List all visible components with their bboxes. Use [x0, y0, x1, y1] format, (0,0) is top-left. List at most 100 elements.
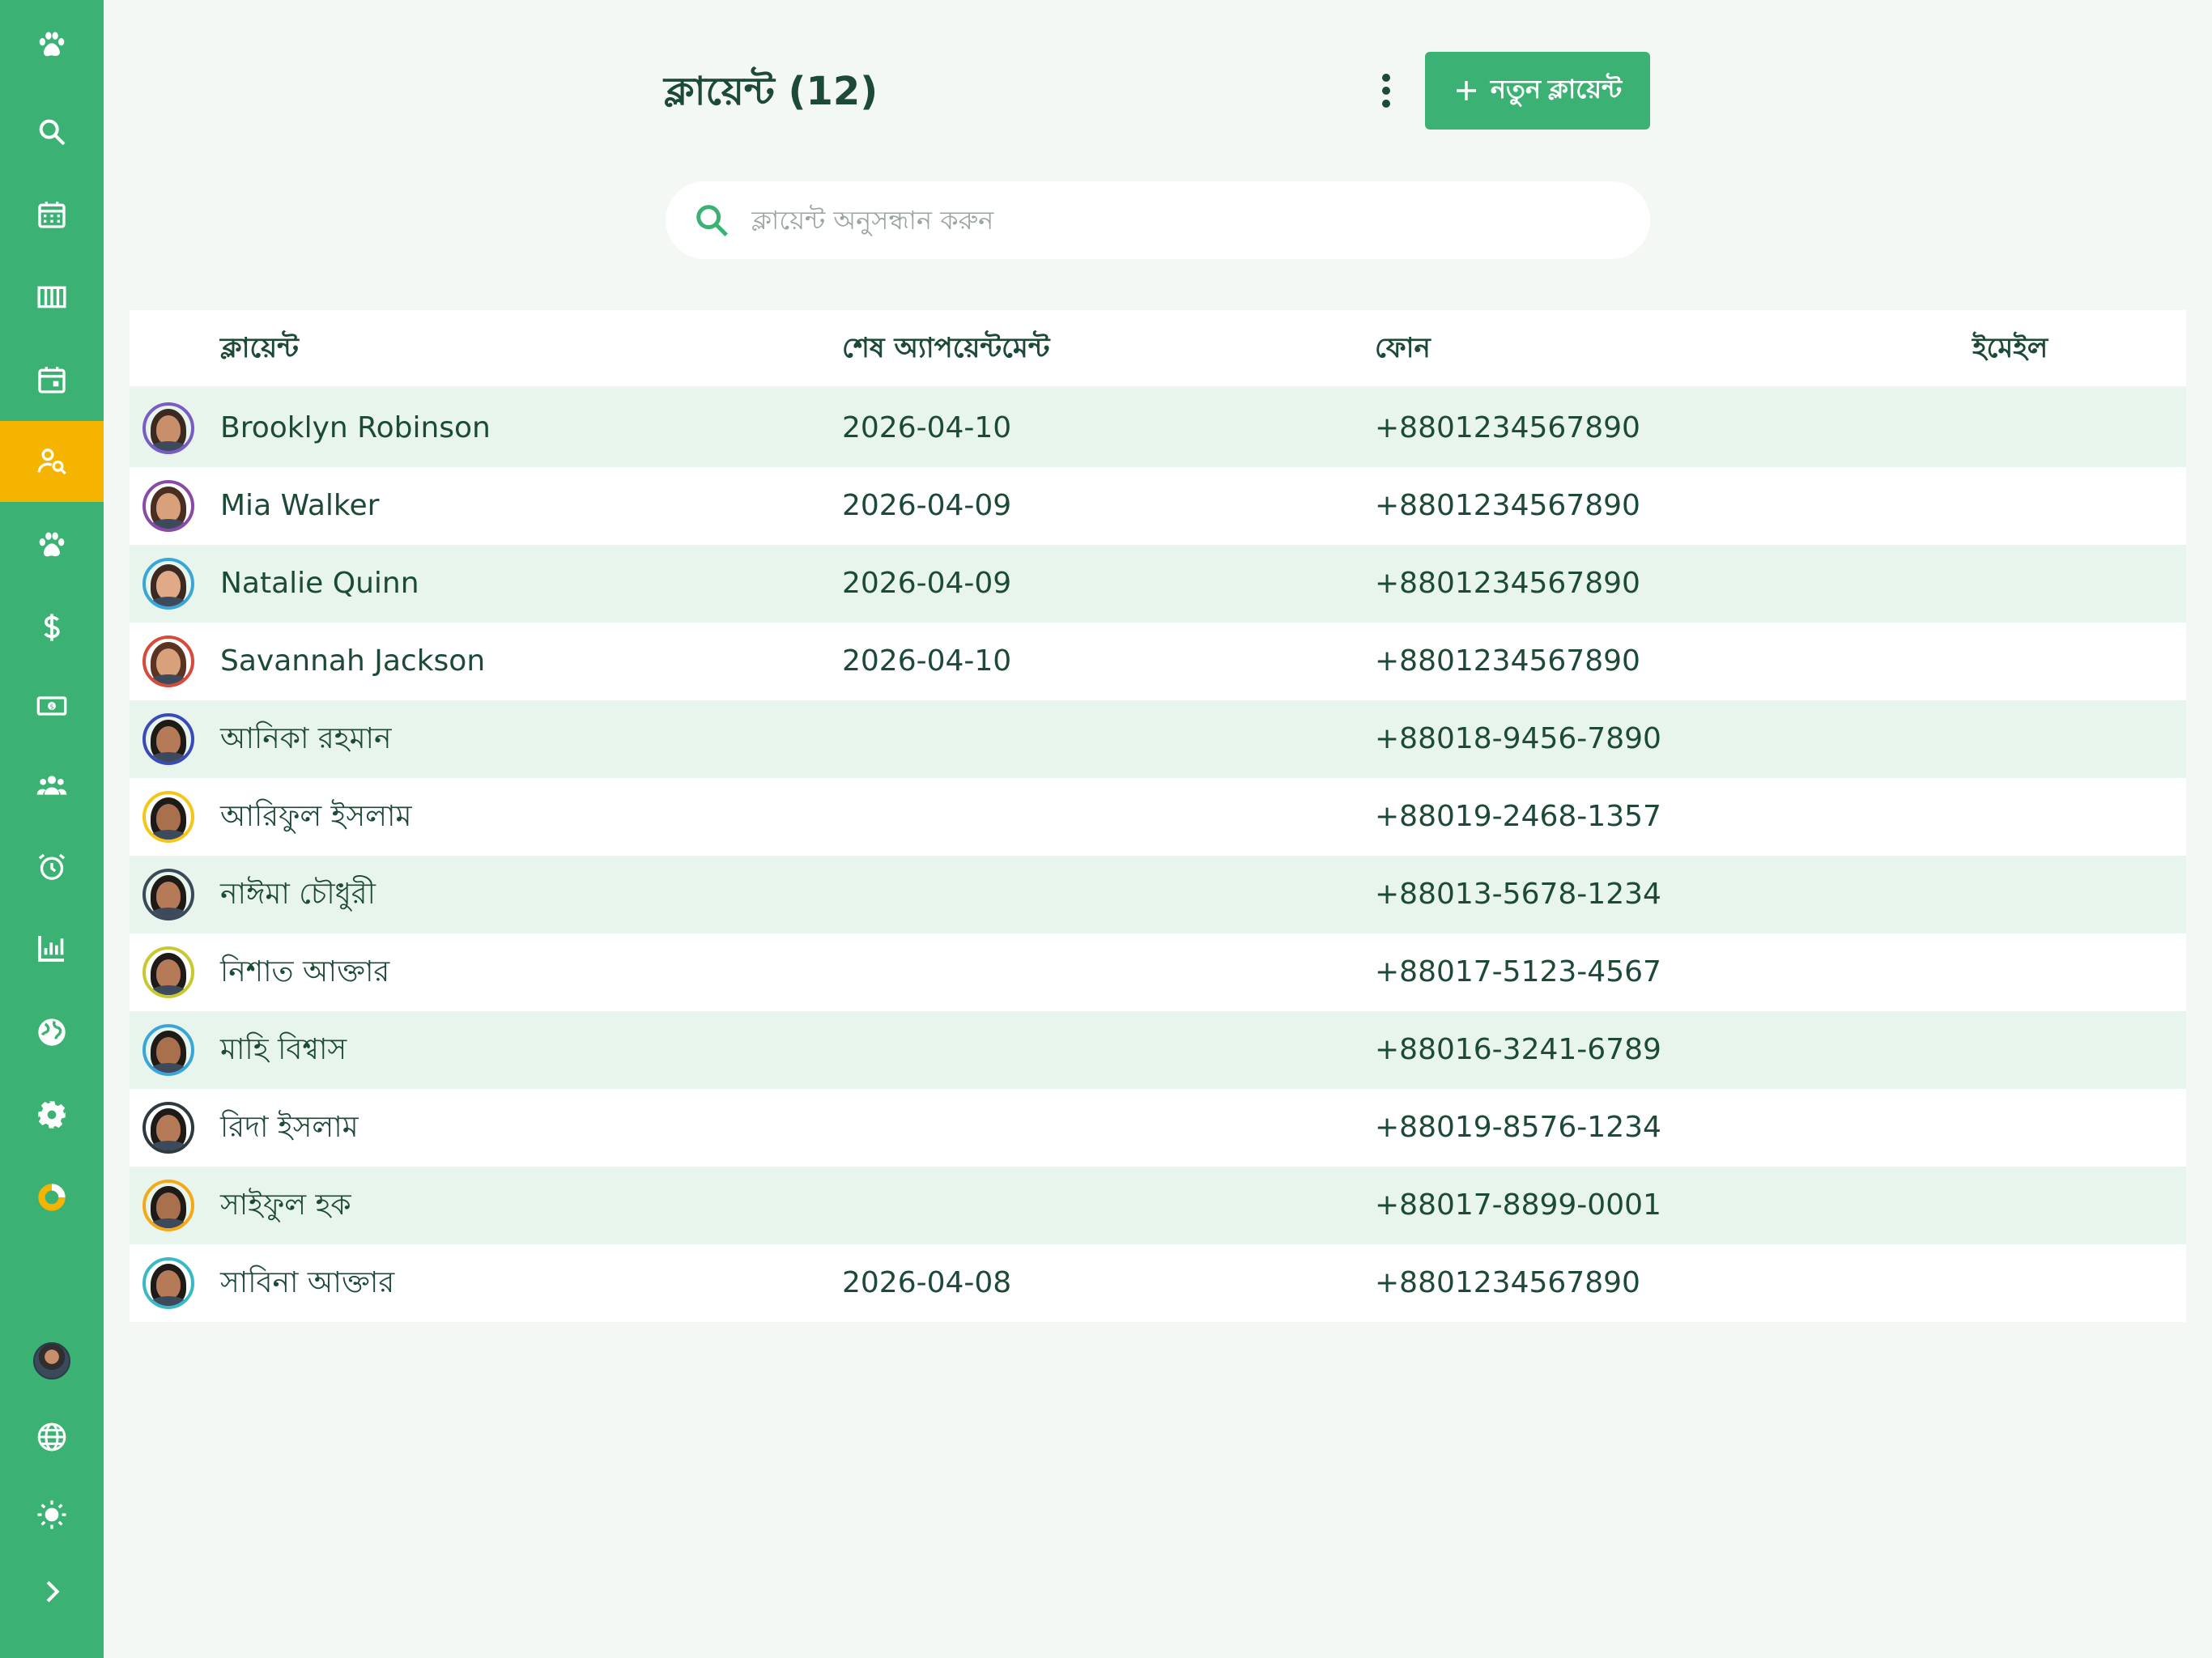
alarm-icon: [38, 853, 66, 880]
table-row[interactable]: মাহি বিশ্বাস +88016-3241-6789: [130, 1011, 2186, 1089]
last-appointment: 2026-04-09: [842, 567, 1012, 600]
client-avatar: [143, 480, 194, 532]
table-row[interactable]: আরিফুল ইসলাম +88019-2468-1357: [130, 778, 2186, 856]
table-row[interactable]: সাইফুল হক +88017-8899-0001: [130, 1167, 2186, 1244]
sidebar-theme[interactable]: [0, 1474, 104, 1555]
search-bar: [666, 181, 1650, 259]
sidebar-item-billing[interactable]: [0, 587, 104, 668]
more-options-button[interactable]: [1367, 68, 1406, 113]
table-row[interactable]: নাঈমা চৌধুরী +88013-5678-1234: [130, 856, 2186, 933]
phone: +88017-8899-0001: [1375, 1188, 1661, 1222]
sidebar-item-staff[interactable]: [0, 745, 104, 826]
table-row[interactable]: Mia Walker 2026-04-09 +8801234567890: [130, 467, 2186, 545]
sidebar-expand[interactable]: [0, 1551, 104, 1632]
column-header-last-appointment[interactable]: শেষ অ্যাপয়েন্টমেন্ট: [842, 310, 1049, 386]
phone: +88013-5678-1234: [1375, 878, 1661, 911]
phone: +8801234567890: [1375, 489, 1640, 522]
table-row[interactable]: Brooklyn Robinson 2026-04-10 +8801234567…: [130, 389, 2186, 467]
client-avatar: [143, 402, 194, 454]
last-appointment: 2026-04-09: [842, 489, 1012, 522]
column-header-phone[interactable]: ফোন: [1375, 310, 1431, 386]
clients-table: ক্লায়েন্ট শেষ অ্যাপয়েন্টমেন্ট ফোন ইমেই…: [130, 310, 2186, 1322]
client-name: নিশাত আক্তার: [220, 955, 390, 988]
chevron-right-icon: [46, 1580, 60, 1603]
phone: +88016-3241-6789: [1375, 1033, 1661, 1066]
sidebar-item-payments[interactable]: $: [0, 665, 104, 746]
columns-icon: [37, 286, 66, 308]
client-name: আরিফুল ইসলাম: [220, 800, 412, 833]
add-client-button[interactable]: নতুন ক্লায়েন্ট: [1425, 52, 1650, 130]
person-search-icon: [37, 449, 66, 475]
calendar-event-icon: [38, 367, 66, 393]
sidebar-item-home[interactable]: [0, 4, 104, 85]
client-name: নাঈমা চৌধুরী: [220, 878, 376, 911]
phone: +8801234567890: [1375, 567, 1640, 600]
sidebar-item-online[interactable]: [0, 992, 104, 1073]
search-icon: [39, 119, 66, 146]
sidebar-item-pets[interactable]: [0, 504, 104, 585]
add-client-label: নতুন ক্লায়েন্ট: [1490, 74, 1623, 104]
column-header-client[interactable]: ক্লায়েন্ট: [220, 310, 299, 386]
bar-chart-icon: [38, 936, 64, 962]
sidebar-user-profile[interactable]: [0, 1320, 104, 1401]
sidebar-item-clients[interactable]: [0, 421, 104, 502]
avatar: [33, 1342, 70, 1380]
phone: +88019-2468-1357: [1375, 800, 1661, 833]
donut-icon: [38, 1184, 66, 1211]
phone: +8801234567890: [1375, 1266, 1640, 1299]
sidebar-item-settings[interactable]: [0, 1074, 104, 1155]
search-icon: [696, 205, 728, 236]
paw-icon: [39, 532, 65, 557]
phone: +88017-5123-4567: [1375, 955, 1661, 988]
last-appointment: 2026-04-10: [842, 411, 1012, 444]
sidebar-item-board[interactable]: [0, 257, 104, 338]
client-name: রিদা ইসলাম: [220, 1111, 359, 1144]
gear-icon: [38, 1101, 66, 1129]
client-name: সাবিনা আক্তার: [220, 1266, 395, 1299]
last-appointment: 2026-04-08: [842, 1266, 1012, 1299]
dollar-icon: [44, 614, 60, 641]
client-avatar: [143, 946, 194, 998]
table-row[interactable]: Natalie Quinn 2026-04-09 +8801234567890: [130, 545, 2186, 623]
sidebar-item-reminders[interactable]: [0, 827, 104, 908]
client-name: Savannah Jackson: [220, 644, 486, 678]
table-row[interactable]: সাবিনা আক্তার 2026-04-08 +8801234567890: [130, 1244, 2186, 1322]
search-input[interactable]: [750, 204, 1563, 236]
sidebar-item-status[interactable]: [0, 1157, 104, 1238]
client-avatar: [143, 869, 194, 920]
table-row[interactable]: রিদা ইসলাম +88019-8576-1234: [130, 1089, 2186, 1167]
sidebar: $: [0, 0, 104, 1658]
globe-filled-icon: [38, 1018, 66, 1046]
client-name: Natalie Quinn: [220, 567, 419, 600]
language-globe-icon: [37, 1422, 66, 1452]
client-avatar: [143, 558, 194, 610]
more-vertical-icon: [1382, 74, 1390, 108]
phone: +8801234567890: [1375, 644, 1640, 678]
column-header-email[interactable]: ইমেইল: [1972, 310, 2048, 386]
paw-icon: [39, 32, 65, 57]
calendar-grid-icon: [38, 202, 66, 228]
client-name: আনিকা রহমান: [220, 722, 392, 755]
page-title: ক্লায়েন্ট (12): [664, 69, 878, 114]
client-avatar: [143, 1180, 194, 1231]
sidebar-item-calendar[interactable]: [0, 174, 104, 255]
table-header: ক্লায়েন্ট শেষ অ্যাপয়েন্টমেন্ট ফোন ইমেই…: [130, 310, 2186, 389]
phone: +88019-8576-1234: [1375, 1111, 1661, 1144]
last-appointment: 2026-04-10: [842, 644, 1012, 678]
phone: +88018-9456-7890: [1375, 722, 1661, 755]
client-avatar: [143, 1024, 194, 1076]
sidebar-item-reports[interactable]: [0, 908, 104, 988]
table-row[interactable]: Savannah Jackson 2026-04-10 +88012345678…: [130, 623, 2186, 700]
table-body: Brooklyn Robinson 2026-04-10 +8801234567…: [130, 389, 2186, 1322]
sidebar-item-search[interactable]: [0, 91, 104, 172]
group-icon: [36, 776, 67, 795]
client-avatar: [143, 1257, 194, 1309]
sidebar-item-appointments[interactable]: [0, 339, 104, 420]
client-name: সাইফুল হক: [220, 1188, 351, 1222]
client-avatar: [143, 713, 194, 765]
client-name: Mia Walker: [220, 489, 380, 522]
table-row[interactable]: আনিকা রহমান +88018-9456-7890: [130, 700, 2186, 778]
table-row[interactable]: নিশাত আক্তার +88017-5123-4567: [130, 933, 2186, 1011]
client-avatar: [143, 791, 194, 843]
sidebar-language[interactable]: [0, 1397, 104, 1477]
